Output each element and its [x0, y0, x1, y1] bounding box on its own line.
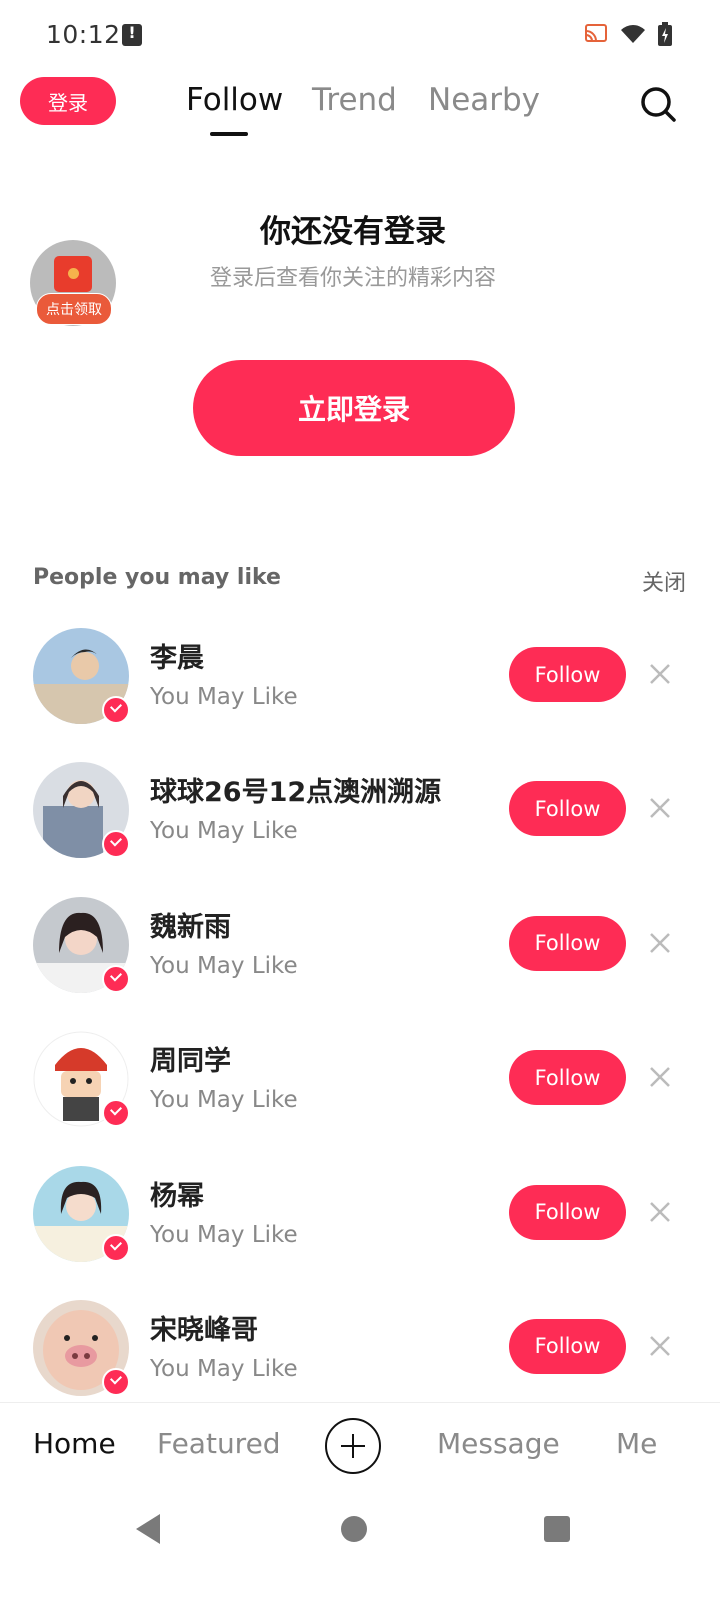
verified-badge-icon [102, 1367, 130, 1396]
battery-icon [658, 22, 672, 46]
list-item[interactable]: 魏新雨 You May Like Follow [0, 895, 720, 1029]
list-item[interactable]: 李晨 You May Like Follow [0, 626, 720, 760]
tab-follow-label: Follow [186, 82, 284, 118]
tab-trend-label: Trend [312, 82, 397, 118]
list-item[interactable]: 球球26号12点澳洲溯源 You May Like Follow [0, 760, 720, 894]
follow-button[interactable]: Follow [509, 781, 626, 837]
tab-trend[interactable]: Trend [312, 80, 428, 128]
nav-message[interactable]: Message [437, 1427, 560, 1460]
close-icon[interactable] [648, 1065, 672, 1089]
nav-featured[interactable]: Featured [157, 1427, 281, 1460]
wifi-icon [621, 25, 645, 43]
user-subtitle: You May Like [150, 1087, 298, 1114]
follow-button[interactable]: Follow [509, 647, 626, 702]
cast-icon [585, 24, 607, 42]
suggestion-list: 李晨 You May Like Follow 球球26号12点澳洲溯源 You … [0, 626, 720, 1432]
follow-button[interactable]: Follow [509, 1050, 626, 1106]
login-now-button[interactable]: 立即登录 [193, 360, 515, 456]
promo-claim-badge[interactable]: 点击领取 [36, 293, 112, 325]
suggestions-close-button[interactable]: 关闭 [642, 565, 686, 597]
verified-badge-icon [102, 964, 130, 993]
nav-me[interactable]: Me [616, 1427, 657, 1460]
close-icon[interactable] [648, 662, 672, 686]
verified-badge-icon [102, 696, 130, 724]
home-icon[interactable] [341, 1516, 367, 1542]
verified-badge-icon [102, 830, 130, 859]
back-icon[interactable] [136, 1514, 160, 1544]
close-icon[interactable] [648, 1200, 672, 1224]
search-icon[interactable] [636, 82, 680, 126]
user-name[interactable]: 宋晓峰哥 [150, 1308, 258, 1347]
close-icon[interactable] [648, 1334, 672, 1358]
login-prompt-subtitle: 登录后查看你关注的精彩内容 [209, 266, 496, 291]
nav-home[interactable]: Home [33, 1427, 116, 1460]
feed-tabs: Follow Trend Nearby [186, 80, 541, 136]
user-name[interactable]: 球球26号12点澳洲溯源 [150, 770, 441, 809]
tab-follow[interactable]: Follow [186, 80, 312, 136]
status-icons [584, 22, 672, 46]
follow-button[interactable]: Follow [509, 1318, 626, 1374]
user-name[interactable]: 周同学 [150, 1039, 231, 1078]
recent-apps-icon[interactable] [544, 1516, 570, 1542]
suggestions-title: People you may like [33, 565, 281, 590]
list-item[interactable]: 杨幂 You May Like Follow [0, 1164, 720, 1298]
status-time: 10:12 [46, 20, 121, 49]
user-name[interactable]: 魏新雨 [150, 905, 231, 944]
tab-nearby[interactable]: Nearby [428, 80, 541, 128]
active-tab-indicator [210, 132, 248, 136]
system-nav-bar [0, 1492, 720, 1600]
user-subtitle: You May Like [150, 1355, 298, 1382]
follow-button[interactable]: Follow [509, 915, 626, 971]
add-post-icon[interactable] [325, 1418, 381, 1474]
status-bar: 10:12 [0, 0, 720, 70]
top-header: 登录 Follow Trend Nearby [0, 70, 720, 150]
user-subtitle: You May Like [150, 1221, 298, 1248]
bottom-nav: Home Featured Message Me [0, 1402, 720, 1493]
user-subtitle: You May Like [150, 684, 298, 710]
user-name[interactable]: 杨幂 [150, 1174, 204, 1213]
verified-badge-icon [102, 1099, 130, 1128]
notification-alert-icon [122, 23, 142, 46]
user-subtitle: You May Like [150, 952, 298, 979]
login-pill-button[interactable]: 登录 [20, 77, 116, 125]
verified-badge-icon [102, 1233, 130, 1262]
list-item[interactable]: 周同学 You May Like Follow [0, 1029, 720, 1163]
close-icon[interactable] [648, 796, 672, 820]
tab-nearby-label: Nearby [428, 82, 541, 118]
user-subtitle: You May Like [150, 818, 298, 845]
close-icon[interactable] [648, 931, 672, 955]
login-prompt-title: 你还没有登录 [260, 214, 446, 250]
follow-button[interactable]: Follow [509, 1184, 626, 1240]
user-name[interactable]: 李晨 [150, 636, 204, 675]
